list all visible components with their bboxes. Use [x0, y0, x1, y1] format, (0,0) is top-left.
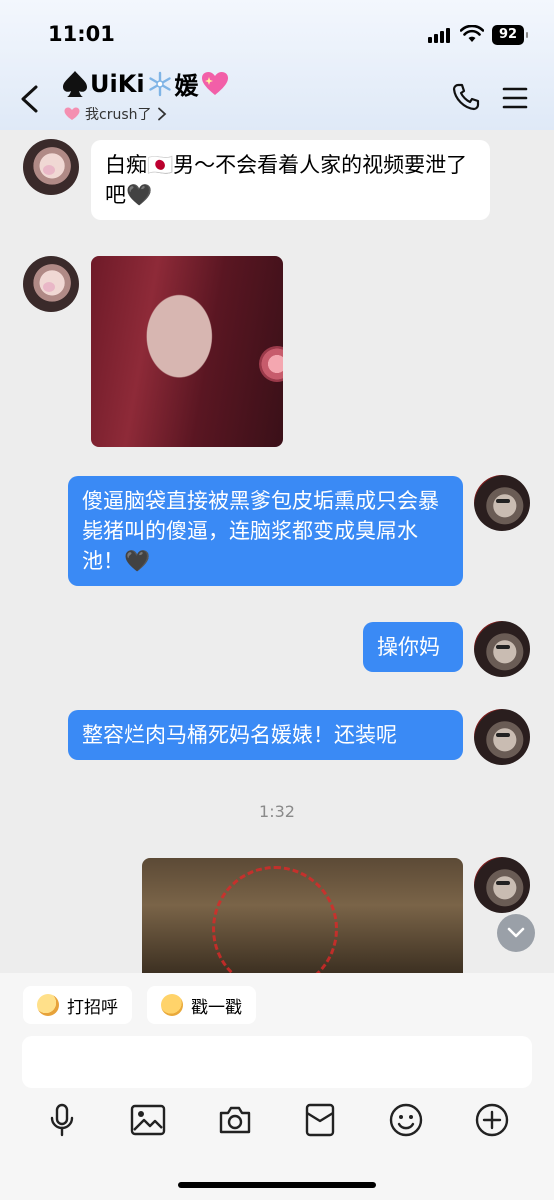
snowflake-icon: [148, 71, 171, 96]
signal-icon: [428, 28, 450, 43]
wifi-icon: [460, 25, 484, 42]
microphone-icon[interactable]: [42, 1102, 82, 1138]
back-icon[interactable]: [18, 84, 40, 114]
poke-button[interactable]: 戳一戳: [147, 986, 256, 1024]
poke-emoji-icon: [161, 994, 183, 1016]
message-bubble-outgoing[interactable]: 傻逼脑袋直接被黑爹包皮垢熏成只会暴毙猪叫的傻逼，连脑浆都变成臭屌水池！🖤: [68, 476, 463, 586]
chat-title[interactable]: UiKi 媛: [62, 66, 229, 101]
contact-avatar[interactable]: [23, 256, 79, 312]
plus-icon[interactable]: [472, 1102, 512, 1138]
home-indicator: [178, 1182, 376, 1188]
contact-avatar[interactable]: [23, 139, 79, 195]
selfie-photo[interactable]: [91, 256, 283, 447]
menu-icon[interactable]: [502, 87, 528, 109]
message-bubble-incoming[interactable]: 白痴🇯🇵男～不会看着人家的视频要泄了吧🖤: [91, 140, 490, 220]
image-icon[interactable]: [128, 1102, 168, 1138]
chevron-right-icon: [157, 107, 166, 121]
poke-label: 戳一戳: [191, 997, 242, 1018]
camera-icon[interactable]: [215, 1102, 255, 1138]
top-bar: 11:01 92 UiKi 媛 我crush了: [0, 0, 554, 130]
chat-subtitle[interactable]: 我crush了: [64, 104, 167, 124]
chat-title-suffix: 媛: [174, 72, 199, 100]
battery-indicator: 92: [492, 25, 528, 45]
status-time: 11:01: [48, 22, 115, 46]
phone-icon[interactable]: [452, 83, 480, 111]
my-avatar[interactable]: [474, 621, 530, 677]
sparkling-heart-icon: [201, 71, 228, 95]
say-hello-label: 打招呼: [67, 997, 118, 1018]
heart-badge-icon: [64, 107, 80, 120]
subtitle-text: 我crush了: [85, 107, 152, 123]
my-avatar[interactable]: [474, 475, 530, 531]
message-bubble-outgoing[interactable]: 操你妈: [363, 622, 463, 672]
say-hello-button[interactable]: 打招呼: [23, 986, 132, 1024]
spade-icon: [63, 70, 87, 97]
message-bubble-outgoing[interactable]: 整容烂肉马桶死妈名媛婊！还装呢: [68, 710, 463, 760]
message-timestamp: 1:32: [259, 802, 295, 821]
scroll-down-button[interactable]: [497, 914, 535, 952]
my-avatar[interactable]: [474, 857, 530, 913]
message-input[interactable]: [22, 1036, 532, 1088]
wave-emoji-icon: [37, 994, 59, 1016]
chevron-down-icon: [507, 927, 525, 938]
emoji-icon[interactable]: [386, 1102, 426, 1138]
red-packet-icon[interactable]: [300, 1102, 340, 1138]
chat-title-text: UiKi: [90, 69, 145, 98]
room-photo[interactable]: [142, 858, 463, 976]
my-avatar[interactable]: [474, 709, 530, 765]
